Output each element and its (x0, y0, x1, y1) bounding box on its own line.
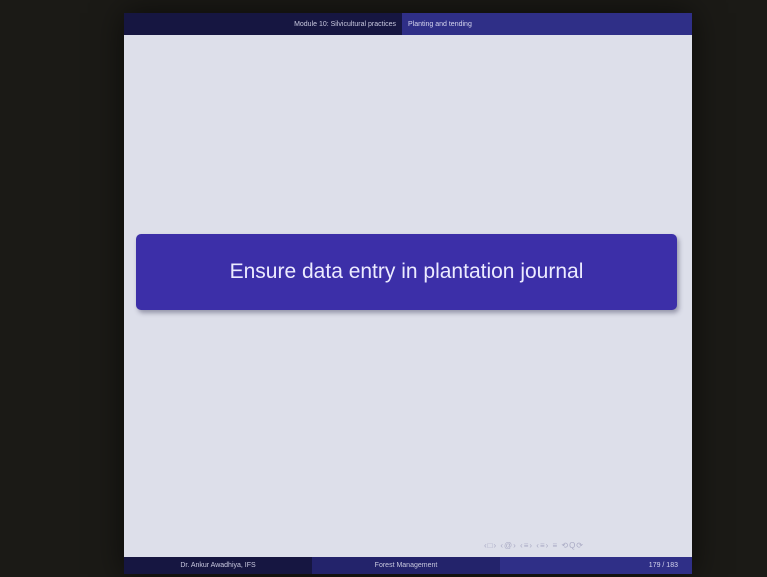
subsection-title: Planting and tending (402, 13, 692, 35)
footer-page-number: 179 / 183 (500, 557, 692, 574)
slide-title: Ensure data entry in plantation journal (229, 260, 584, 283)
header-bar: Module 10: Silvicultural practices Plant… (124, 13, 692, 35)
footer-course: Forest Management (312, 557, 500, 574)
slide-title-box: Ensure data entry in plantation journal (136, 234, 677, 310)
beamer-navigation-controls[interactable]: ‹□› ‹@› ‹≡› ‹≡› ≡ ⟲Q⟳ (484, 541, 584, 550)
footer-author: Dr. Ankur Awadhiya, IFS (124, 557, 312, 574)
section-title: Module 10: Silvicultural practices (124, 13, 402, 35)
slide-screen: Module 10: Silvicultural practices Plant… (124, 13, 692, 574)
footer-bar: Dr. Ankur Awadhiya, IFS Forest Managemen… (124, 557, 692, 574)
